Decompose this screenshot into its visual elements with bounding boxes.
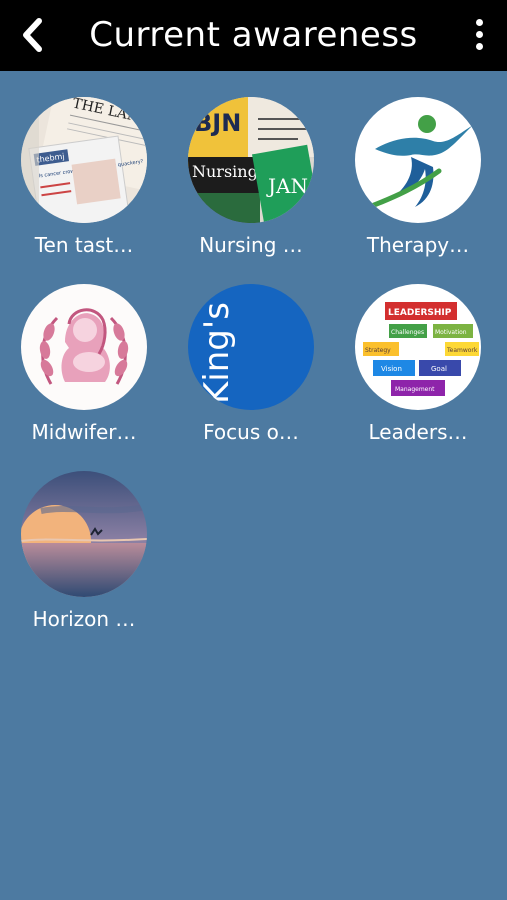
goal-block-text: Goal: [431, 365, 447, 373]
tile-label: Focus o…: [203, 420, 299, 444]
jan-masthead: JAN: [266, 174, 308, 198]
grid-tile-nursing[interactable]: BJN Nursing Times JAN Nursing …: [167, 71, 335, 257]
grid-tile-midwifery[interactable]: Midwifer…: [0, 258, 168, 444]
journals-lancet-bmj-thumbnail: THE LANCET thebmj Is cancer crowdfunding…: [21, 97, 147, 223]
tile-label: Midwifer…: [31, 420, 137, 444]
midwifery-mother-baby-thumbnail: [21, 284, 147, 410]
overflow-menu-button[interactable]: [465, 12, 493, 56]
teamwork-block-text: Teamwork: [446, 347, 478, 354]
grid-tile-ten-tasty[interactable]: THE LANCET thebmj Is cancer crowdfunding…: [0, 71, 168, 257]
bjn-masthead: BJN: [194, 109, 241, 137]
top-app-bar: Current awareness: [0, 0, 507, 71]
grid-tile-horizon[interactable]: Horizon …: [0, 445, 168, 631]
kings-wordmark: King's: [197, 302, 237, 404]
chevron-left-icon: [23, 18, 42, 52]
more-vert-icon-dot: [475, 42, 483, 50]
challenges-block-text: Challenges: [391, 329, 424, 336]
leadership-blocks-thumbnail: LEADERSHIP Challenges Motivation Strateg…: [355, 284, 481, 410]
strategy-block-text: Strategy: [365, 347, 391, 354]
grid-tile-therapy[interactable]: Therapy…: [334, 71, 502, 257]
page-title: Current awareness: [89, 15, 418, 55]
tile-label: Leaders…: [368, 420, 468, 444]
leadership-block-text: LEADERSHIP: [388, 308, 452, 318]
grid-tile-leadership[interactable]: LEADERSHIP Challenges Motivation Strateg…: [334, 258, 502, 444]
therapy-figure-thumbnail: [355, 97, 481, 223]
motivation-block-text: Motivation: [435, 329, 467, 336]
tile-label: Nursing …: [199, 233, 303, 257]
back-button[interactable]: [10, 10, 54, 60]
more-vert-icon-dot: [475, 30, 483, 38]
kings-logo-thumbnail: King's: [188, 284, 314, 410]
tile-label: Ten tast…: [34, 233, 134, 257]
tile-label: Horizon …: [32, 607, 136, 631]
app-screen: Current awareness THE LANCET thebmj Is c…: [0, 0, 507, 900]
horizon-sunset-thumbnail: [21, 471, 147, 597]
management-block-text: Management: [395, 386, 435, 393]
more-vert-icon: [475, 18, 483, 26]
vision-block-text: Vision: [381, 365, 402, 373]
grid-tile-focus[interactable]: King's Focus o…: [167, 258, 335, 444]
nursing-journals-thumbnail: BJN Nursing Times JAN: [188, 97, 314, 223]
tile-label: Therapy…: [366, 233, 470, 257]
